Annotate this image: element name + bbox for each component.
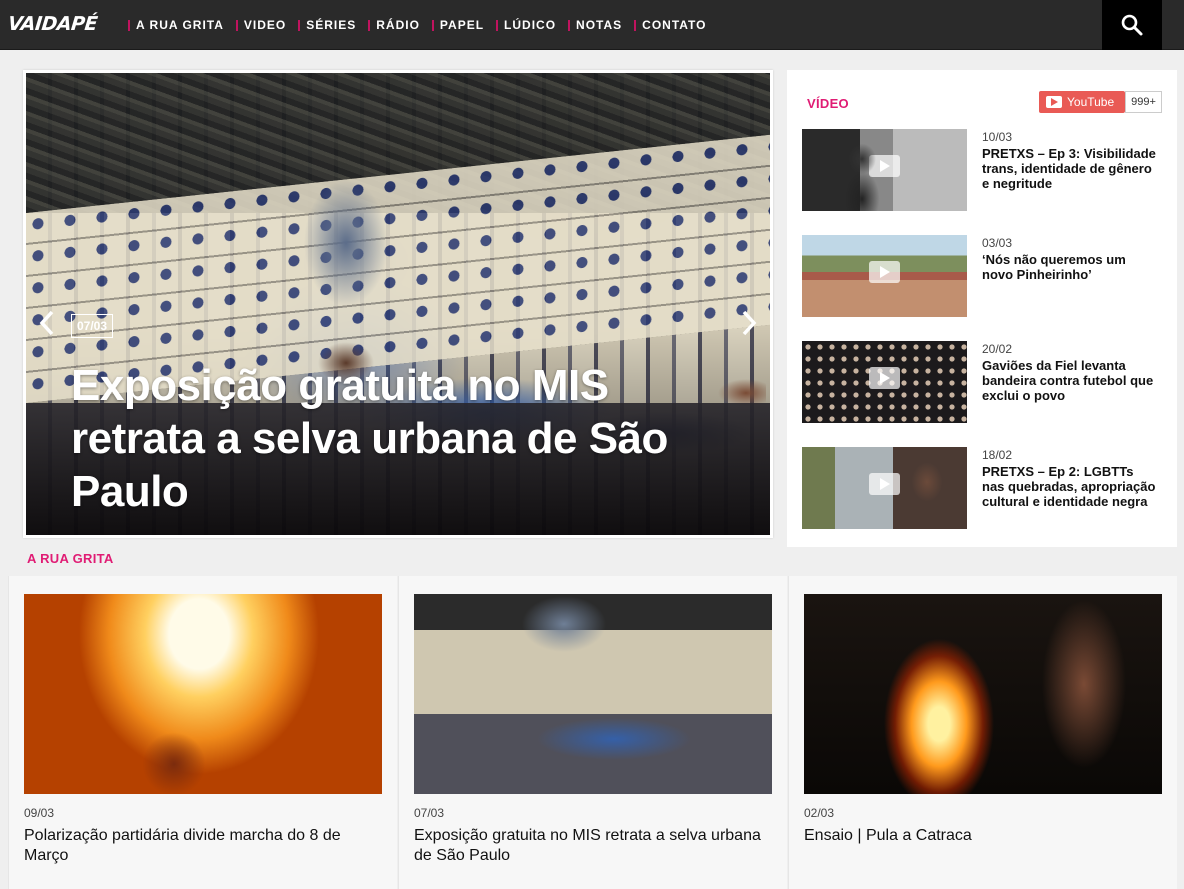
menu-divider — [496, 19, 499, 31]
video-date: 18/02 — [982, 448, 1013, 462]
menu-item-radio[interactable]: RÁDIO — [368, 18, 420, 32]
menu-item-a-rua-grita[interactable]: A RUA GRITA — [128, 18, 224, 32]
menu-label: NOTAS — [576, 18, 623, 32]
article-date: 07/03 — [414, 806, 445, 820]
menu-label: SÉRIES — [306, 18, 357, 32]
main-menu: A RUA GRITA VIDEO SÉRIES RÁDIO PAPEL LÚD… — [128, 0, 718, 50]
video-date: 20/02 — [982, 342, 1013, 356]
menu-divider — [568, 19, 571, 31]
video-item[interactable]: 18/02 PRETXS – Ep 2: LGBTTs nas quebrada… — [802, 447, 1162, 529]
video-title[interactable]: PRETXS – Ep 2: LGBTTs nas quebradas, apr… — [982, 464, 1157, 509]
play-icon — [869, 367, 900, 389]
subscriber-count: 999+ — [1125, 91, 1162, 113]
play-icon — [869, 155, 900, 177]
menu-label: RÁDIO — [376, 18, 420, 32]
hero-image-figure — [266, 143, 426, 333]
article-card[interactable]: 07/03 Exposição gratuita no MIS retrata … — [398, 576, 787, 889]
chevron-left-icon — [39, 310, 54, 336]
video-item[interactable]: 03/03 ‘Nós não queremos um novo Pinheiri… — [802, 235, 1162, 317]
video-thumbnail[interactable] — [802, 235, 967, 317]
hero-date-badge: 07/03 — [71, 314, 114, 338]
hero-title[interactable]: Exposição gratuita no MIS retrata a selv… — [71, 359, 741, 518]
video-title[interactable]: PRETXS – Ep 3: Visibilidade trans, ident… — [982, 146, 1157, 191]
menu-label: A RUA GRITA — [136, 18, 224, 32]
search-icon — [1121, 14, 1143, 36]
video-date: 10/03 — [982, 130, 1013, 144]
chevron-right-icon — [742, 310, 757, 336]
menu-divider — [298, 19, 301, 31]
video-date: 03/03 — [982, 236, 1013, 250]
play-icon — [869, 261, 900, 283]
menu-item-series[interactable]: SÉRIES — [298, 18, 356, 32]
hero-slider: 07/03 Exposição gratuita no MIS retrata … — [23, 70, 773, 538]
video-section-title[interactable]: VÍDEO — [807, 96, 849, 111]
top-nav: VAIDAPÉ A RUA GRITA VIDEO SÉRIES RÁDIO P… — [0, 0, 1184, 50]
article-title[interactable]: Exposição gratuita no MIS retrata a selv… — [414, 826, 769, 866]
video-title[interactable]: Gaviões da Fiel levanta bandeira contra … — [982, 358, 1157, 403]
youtube-label: YouTube — [1067, 95, 1115, 109]
slider-prev-button[interactable] — [32, 303, 62, 343]
youtube-subscribe-button[interactable]: YouTube — [1039, 91, 1125, 113]
article-card[interactable]: 02/03 Ensaio | Pula a Catraca — [788, 576, 1177, 889]
article-date: 09/03 — [24, 806, 55, 820]
article-title[interactable]: Ensaio | Pula a Catraca — [804, 826, 1159, 846]
menu-label: LÚDICO — [504, 18, 557, 32]
menu-label: PAPEL — [439, 18, 485, 32]
article-card[interactable]: 09/03 Polarização partidária divide marc… — [8, 576, 397, 889]
article-date: 02/03 — [804, 806, 835, 820]
menu-divider — [368, 19, 371, 31]
menu-item-ludico[interactable]: LÚDICO — [496, 18, 556, 32]
video-title[interactable]: ‘Nós não queremos um novo Pinheirinho’ — [982, 252, 1157, 282]
slider-next-button[interactable] — [734, 303, 764, 343]
video-item[interactable]: 20/02 Gaviões da Fiel levanta bandeira c… — [802, 341, 1162, 423]
menu-divider — [634, 19, 637, 31]
video-thumbnail[interactable] — [802, 341, 967, 423]
menu-item-papel[interactable]: PAPEL — [431, 18, 485, 32]
menu-label: VIDEO — [243, 18, 287, 32]
article-title[interactable]: Polarização partidária divide marcha do … — [24, 826, 379, 866]
section-title-a-rua-grita[interactable]: A RUA GRITA — [27, 551, 114, 566]
video-item[interactable]: 10/03 PRETXS – Ep 3: Visibilidade trans,… — [802, 129, 1162, 211]
article-image[interactable] — [24, 594, 382, 794]
menu-divider — [431, 19, 434, 31]
video-thumbnail[interactable] — [802, 129, 967, 211]
site-logo[interactable]: VAIDAPÉ — [7, 12, 99, 36]
menu-divider — [235, 19, 238, 31]
play-icon — [869, 473, 900, 495]
video-thumbnail[interactable] — [802, 447, 967, 529]
menu-divider — [128, 19, 130, 31]
article-image[interactable] — [414, 594, 772, 794]
article-image[interactable] — [804, 594, 1162, 794]
menu-item-notas[interactable]: NOTAS — [568, 18, 622, 32]
search-button[interactable] — [1102, 0, 1162, 50]
menu-item-contato[interactable]: CONTATO — [634, 18, 706, 32]
video-sidebar: VÍDEO YouTube 999+ 10/03 PRETXS – Ep 3: … — [787, 70, 1177, 547]
menu-item-video[interactable]: VIDEO — [235, 18, 287, 32]
youtube-icon — [1046, 96, 1062, 108]
hero-image[interactable]: 07/03 Exposição gratuita no MIS retrata … — [26, 73, 770, 535]
menu-label: CONTATO — [642, 18, 707, 32]
